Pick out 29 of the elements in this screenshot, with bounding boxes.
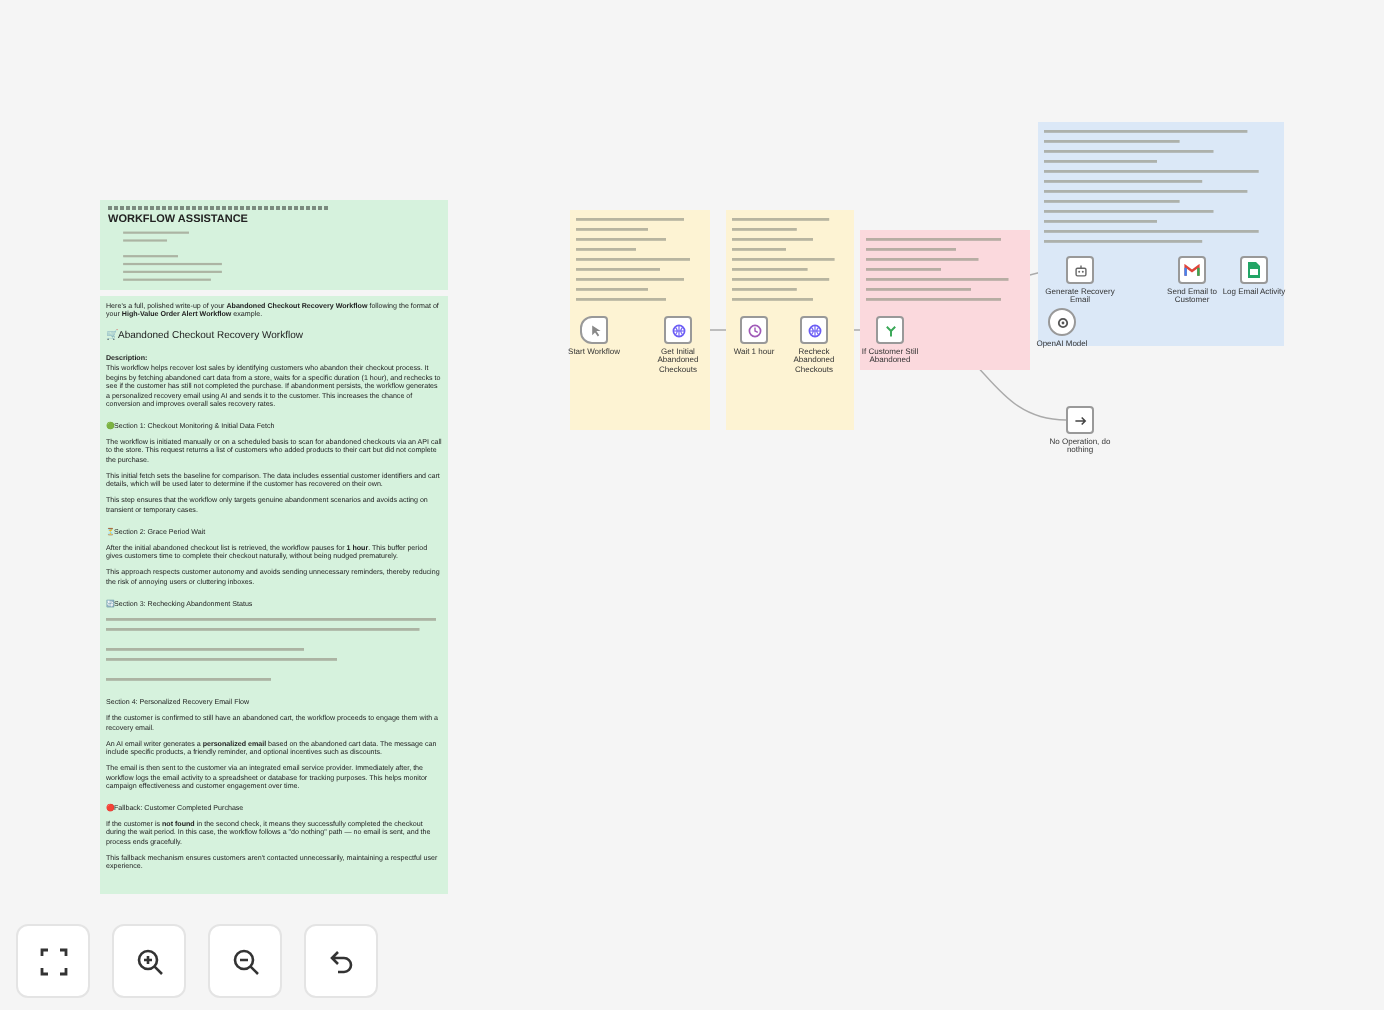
- globe-icon: [671, 323, 685, 337]
- clock-icon: [747, 323, 761, 337]
- fit-view-icon: [39, 947, 67, 975]
- workflow-node[interactable]: [1066, 256, 1094, 284]
- undo-button[interactable]: [304, 924, 378, 998]
- zoom-in-icon: [135, 947, 163, 975]
- workflow-node[interactable]: [664, 316, 692, 344]
- note-text-drawing: [732, 216, 840, 306]
- workflow-node[interactable]: [740, 316, 768, 344]
- note-text-drawing: [576, 216, 696, 306]
- fit-view-button[interactable]: [16, 924, 90, 998]
- workflow-node[interactable]: [1240, 256, 1268, 284]
- zoom-in-button[interactable]: [112, 924, 186, 998]
- robot-icon: [1073, 263, 1087, 277]
- workflow-node[interactable]: [1178, 256, 1206, 284]
- workflow-node[interactable]: [800, 316, 828, 344]
- branch-icon: [883, 323, 897, 337]
- workflow-node[interactable]: [580, 316, 608, 344]
- workflow-node[interactable]: [1066, 406, 1094, 434]
- pointer-icon: [587, 323, 601, 337]
- globe-icon: [807, 323, 821, 337]
- mail-icon: [1184, 263, 1200, 277]
- gear-icon: [1055, 315, 1069, 329]
- zoom-out-icon: [231, 947, 259, 975]
- undo-icon: [327, 947, 355, 975]
- zoom-out-button[interactable]: [208, 924, 282, 998]
- workflow-node[interactable]: [876, 316, 904, 344]
- spreadsheet-icon: [1248, 262, 1260, 278]
- arrow-right-icon: [1073, 413, 1087, 427]
